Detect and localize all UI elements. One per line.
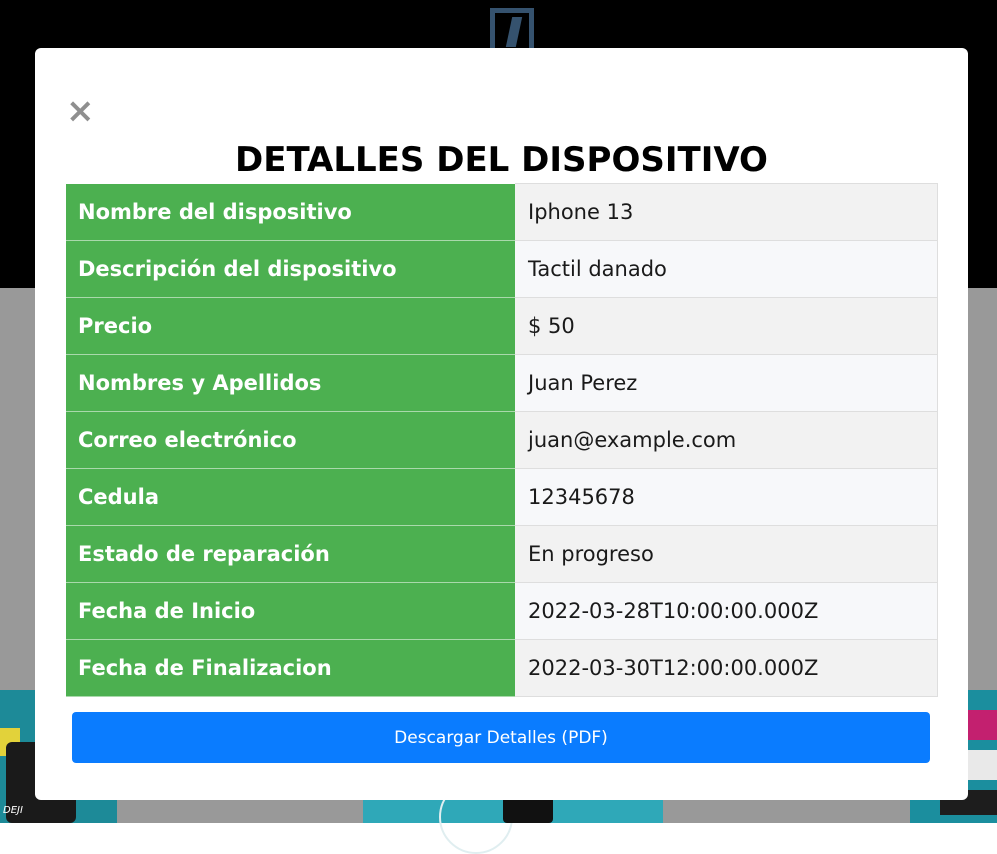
field-label: Correo electrónico xyxy=(66,411,515,469)
card-brand-text: DEJI xyxy=(3,805,23,816)
field-value: $ 50 xyxy=(515,297,938,355)
table-row: Precio $ 50 xyxy=(66,297,938,355)
device-details-modal: × DETALLES DEL DISPOSITIVO Nombre del di… xyxy=(35,48,968,800)
details-table: Nombre del dispositivo Iphone 13 Descripci… xyxy=(66,183,938,697)
site-logo-icon xyxy=(490,8,534,48)
field-value: 2022-03-30T12:00:00.000Z xyxy=(515,639,938,697)
table-row: Fecha de Inicio 2022-03-28T10:00:00.000Z xyxy=(66,582,938,640)
modal-title: DETALLES DEL DISPOSITIVO xyxy=(235,140,768,180)
close-icon[interactable]: × xyxy=(66,94,95,128)
field-label: Estado de reparación xyxy=(66,525,515,583)
table-row: Estado de reparación En progreso xyxy=(66,525,938,583)
field-label: Descripción del dispositivo xyxy=(66,240,515,298)
field-label: Fecha de Inicio xyxy=(66,582,515,640)
table-row: Correo electrónico juan@example.com xyxy=(66,411,938,469)
field-value: juan@example.com xyxy=(515,411,938,469)
field-label: Cedula xyxy=(66,468,515,526)
field-label: Fecha de Finalizacion xyxy=(66,639,515,697)
field-label: Nombres y Apellidos xyxy=(66,354,515,412)
field-value: Tactil danado xyxy=(515,240,938,298)
table-row: Cedula 12345678 xyxy=(66,468,938,526)
table-row: Fecha de Finalizacion 2022-03-30T12:00:00… xyxy=(66,639,938,697)
table-row: Descripción del dispositivo Tactil danado xyxy=(66,240,938,298)
field-value: 2022-03-28T10:00:00.000Z xyxy=(515,582,938,640)
table-row: Nombre del dispositivo Iphone 13 xyxy=(66,183,938,241)
table-row: Nombres y Apellidos Juan Perez xyxy=(66,354,938,412)
field-value: 12345678 xyxy=(515,468,938,526)
field-value: Juan Perez xyxy=(515,354,938,412)
field-label: Precio xyxy=(66,297,515,355)
field-label: Nombre del dispositivo xyxy=(66,183,515,241)
download-pdf-button[interactable]: Descargar Detalles (PDF) xyxy=(72,712,930,763)
field-value: En progreso xyxy=(515,525,938,583)
field-value: Iphone 13 xyxy=(515,183,938,241)
